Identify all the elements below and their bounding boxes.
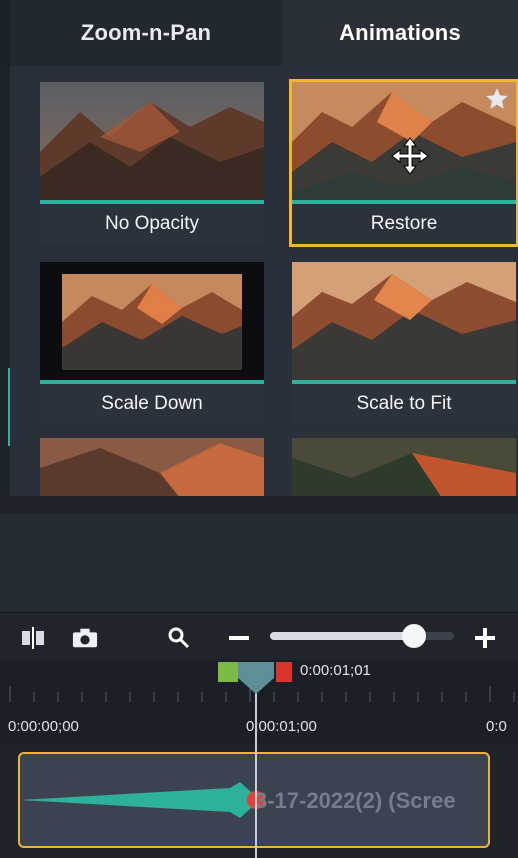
ruler-time-label: 0:0 — [486, 718, 507, 735]
properties-panel — [0, 496, 518, 612]
animation-thumbnail — [40, 262, 264, 382]
search-icon[interactable] — [166, 625, 192, 651]
animation-card-scale-to-fit[interactable]: Scale to Fit — [292, 262, 516, 424]
panel-divider — [0, 496, 518, 514]
ruler-time-label: 0:00:00;00 — [8, 718, 79, 735]
animation-library: No Opacity Restore Scale Down Scale to F… — [10, 66, 518, 496]
out-point-marker[interactable] — [276, 662, 292, 682]
tab-animations[interactable]: Animations — [282, 0, 518, 66]
card-label: Scale to Fit — [292, 384, 516, 424]
card-label: No Opacity — [40, 204, 264, 244]
animation-card-no-opacity[interactable]: No Opacity — [40, 82, 264, 244]
animation-card-partial[interactable] — [292, 438, 516, 496]
favorite-star-icon[interactable] — [484, 86, 510, 112]
in-point-marker[interactable] — [218, 662, 238, 682]
playhead-handle[interactable] — [238, 662, 274, 694]
animation-card-scale-down[interactable]: Scale Down — [40, 262, 264, 424]
animation-card-restore[interactable]: Restore — [289, 79, 518, 247]
card-label: Restore — [292, 204, 516, 244]
zoom-slider-handle[interactable] — [401, 624, 426, 648]
camera-icon[interactable] — [72, 625, 98, 651]
tab-bar: Zoom-n-Pan Animations — [0, 0, 518, 66]
zoom-slider-fill — [270, 632, 414, 640]
playhead-line — [255, 692, 257, 858]
clip-name: 3-17-2022(2) (Scree — [255, 788, 456, 813]
zoom-in-icon[interactable] — [472, 625, 498, 651]
tab-zoom-n-pan[interactable]: Zoom-n-Pan — [10, 0, 282, 66]
move-cursor-icon — [391, 137, 429, 175]
card-label: Scale Down — [40, 384, 264, 424]
zoom-out-icon[interactable] — [226, 625, 252, 651]
split-icon[interactable] — [20, 625, 46, 651]
animation-thumbnail — [292, 262, 516, 382]
animation-thumbnail — [40, 82, 264, 202]
current-time-readout: 0:00:01;01 — [300, 662, 371, 679]
animation-card-partial[interactable] — [40, 438, 264, 496]
